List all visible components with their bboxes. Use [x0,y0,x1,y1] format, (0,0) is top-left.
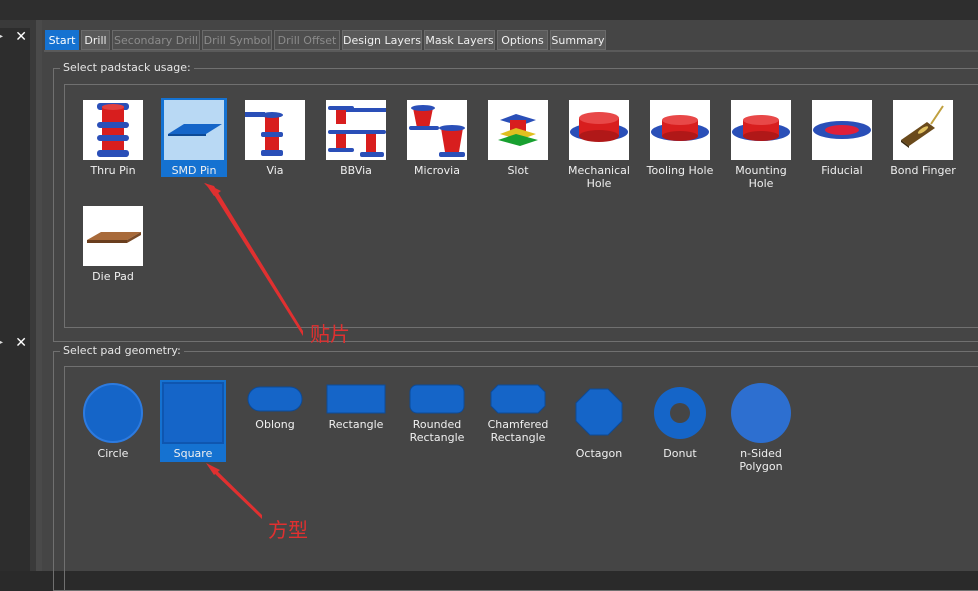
donut-icon [654,387,706,439]
geometry-label: Rectangle [328,418,384,431]
geometry-chamfered-rectangle[interactable]: Chamfered Rectangle [478,384,558,444]
die-pad-icon [83,206,143,266]
geometry-label: Oblong [255,418,295,431]
usage-label: BBVia [340,164,372,177]
tab-summary[interactable]: Summary [550,30,606,50]
smd-annotation: 贴片 [310,322,350,346]
chamfered-rectangle-icon [490,384,546,414]
tooling-hole-icon [650,100,710,160]
mounting-hole-icon [731,100,791,160]
oblong-icon [247,386,303,412]
rectangle-icon [326,384,386,414]
octagon-icon [575,388,623,436]
bbvia-icon [326,100,386,160]
usage-label: Tooling Hole [646,164,714,177]
geometry-rectangle[interactable]: Rectangle [316,384,396,431]
pin-icon[interactable]: ▸ [0,338,3,348]
usage-label: Microvia [414,164,460,177]
geometry-label: Donut [663,447,697,460]
circle-icon [83,383,143,443]
geometry-square[interactable]: Square [153,382,233,460]
tab-mask-layers[interactable]: Mask Layers [424,30,495,50]
n-sided-polygon-icon [731,383,791,443]
close-icon[interactable]: ✕ [15,30,27,44]
tab-options[interactable]: Options [497,30,548,50]
square-annotation: 方型 [268,518,308,542]
usage-label: Mechanical Hole [568,164,630,190]
slot-icon [488,100,548,160]
geometry-oblong[interactable]: Oblong [235,386,315,431]
geometry-circle[interactable]: Circle [73,382,153,460]
tab-strip-underline [44,50,978,52]
bond-finger-icon [893,100,953,160]
geometry-donut[interactable]: Donut [640,386,720,460]
smd-pin-icon [164,100,224,160]
rounded-rectangle-icon [409,384,465,414]
usage-label: Thru Pin [90,164,136,177]
pin-icon[interactable]: ▸ [0,32,3,42]
geometry-label: Octagon [575,447,623,460]
via-icon [245,100,305,160]
usage-label: Die Pad [92,270,134,283]
fiducial-icon [812,100,872,160]
geometry-label: Chamfered Rectangle [487,418,549,444]
geometry-rounded-rectangle[interactable]: Rounded Rectangle [397,384,477,444]
tab-start[interactable]: Start [45,30,79,50]
tab-design-layers[interactable]: Design Layers [342,30,422,50]
usage-label: Via [266,164,284,177]
geometry-n-sided-polygon[interactable]: n-Sided Polygon [721,382,801,473]
usage-label: SMD Pin [171,164,217,177]
usage-label: Slot [507,164,529,177]
left-dock-panel-2: ▸ ✕ [0,334,30,571]
close-icon[interactable]: ✕ [15,336,27,350]
geometry-label: Rounded Rectangle [409,418,465,444]
usage-label: Fiducial [821,164,863,177]
geometry-label: Circle [97,447,129,460]
left-dock: ▸ ✕ ▸ ✕ [0,20,36,571]
tab-secondary-drill[interactable]: Secondary Drill [112,30,200,50]
geometry-label: Square [173,447,213,460]
tab-drill-offset[interactable]: Drill Offset [274,30,340,50]
tab-drill[interactable]: Drill [81,30,110,50]
window-top-bar [0,0,978,20]
square-icon [162,382,224,444]
usage-label: Mounting Hole [735,164,787,190]
microvia-icon [407,100,467,160]
mechanical-hole-icon [569,100,629,160]
pad-geometry-title: Select pad geometry: [60,345,184,357]
tab-drill-symbol[interactable]: Drill Symbol [202,30,272,50]
geometry-label: n-Sided Polygon [739,447,783,473]
thru-pin-icon [83,100,143,160]
geometry-octagon[interactable]: Octagon [559,388,639,460]
usage-label: Bond Finger [890,164,956,177]
padstack-usage-title: Select padstack usage: [60,62,194,74]
padstack-editor: Start Drill Secondary Drill Drill Symbol… [42,20,978,591]
left-dock-panel-1: ▸ ✕ [0,28,30,334]
